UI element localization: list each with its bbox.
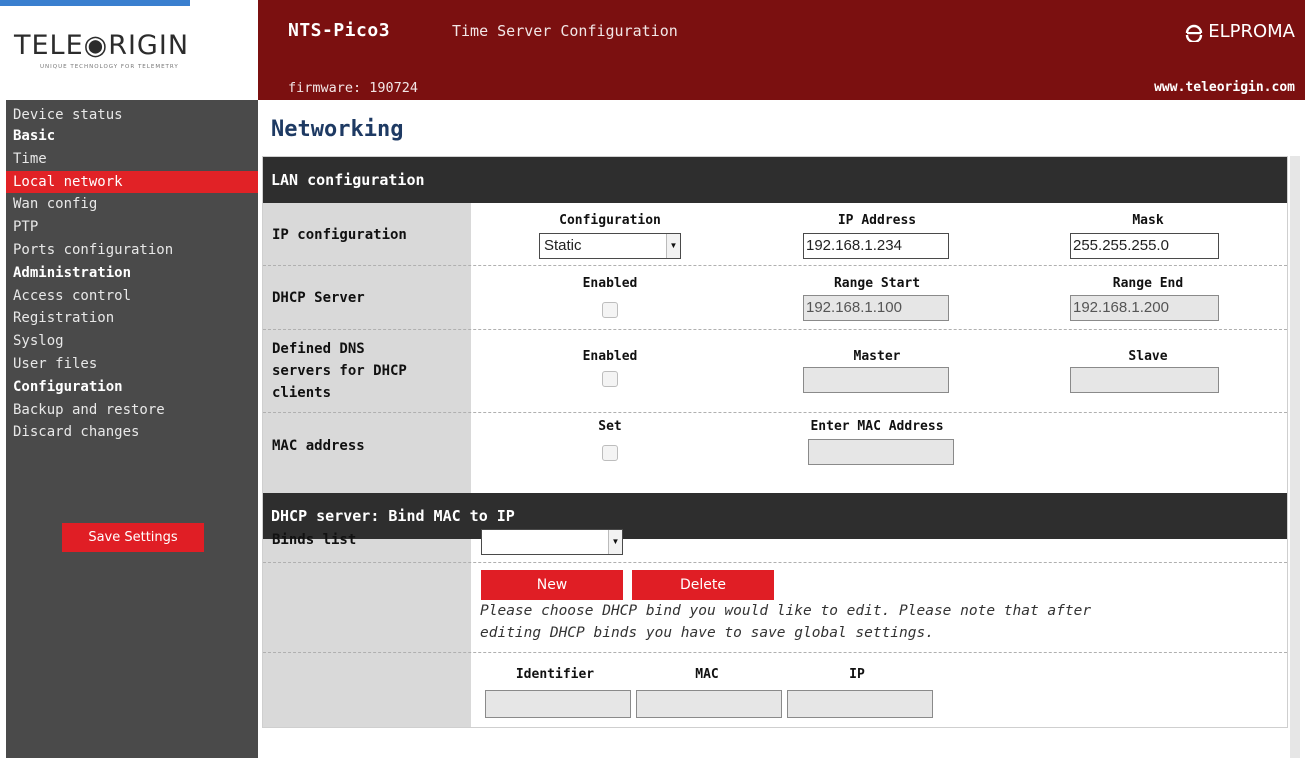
range-start-input[interactable]: 192.168.1.100 <box>803 295 949 321</box>
app-subtitle: Time Server Configuration <box>452 22 678 40</box>
dns-enabled-label: Enabled <box>582 349 638 364</box>
mac-set-label: Set <box>598 419 622 434</box>
logo-tagline: UNIQUE TECHNOLOGY FOR TELEMETRY <box>40 64 179 70</box>
mask-label: Mask <box>1132 213 1164 228</box>
sidebar-item-backup-and-restore[interactable]: Backup and restore <box>6 399 258 422</box>
website-link[interactable]: www.teleorigin.com <box>1154 80 1295 95</box>
binds-list-select[interactable]: ▼ <box>481 529 623 555</box>
product-name: NTS-Pico3 <box>288 20 391 41</box>
dns-label-line1: Defined DNS <box>272 341 365 357</box>
row-divider <box>263 562 1287 563</box>
dns-master-input[interactable] <box>803 367 949 393</box>
binds-help-note-line2: editing DHCP binds you have to save glob… <box>480 625 934 641</box>
row-divider <box>263 652 1287 653</box>
sidebar: Device status Basic Time Local network W… <box>6 100 258 758</box>
dhcp-enabled-label: Enabled <box>582 276 638 291</box>
page-title: Networking <box>271 117 404 142</box>
new-bind-button[interactable]: New <box>481 570 623 600</box>
range-end-label: Range End <box>1112 276 1184 291</box>
range-start-label: Range Start <box>833 276 921 291</box>
ip-configuration-label: IP configuration <box>272 227 407 243</box>
sidebar-item-access-control[interactable]: Access control <box>6 285 258 308</box>
bind-mac-label: MAC <box>695 667 719 682</box>
configuration-label: Configuration <box>559 213 661 228</box>
dhcp-bind-section-header: DHCP server: Bind MAC to IP <box>263 493 1287 539</box>
page-scrollbar[interactable] <box>1290 156 1300 758</box>
dns-slave-input[interactable] <box>1070 367 1219 393</box>
binds-label-column <box>263 539 471 727</box>
sidebar-item-syslog[interactable]: Syslog <box>6 330 258 353</box>
binds-help-note-line1: Please choose DHCP bind you would like t… <box>480 603 1092 619</box>
mask-input[interactable]: 255.255.255.0 <box>1070 233 1219 259</box>
dns-label-line3: clients <box>272 385 332 401</box>
lan-section-header: LAN configuration <box>263 157 1287 203</box>
configuration-select[interactable]: Static ▼ <box>539 233 681 259</box>
sidebar-section-configuration: Configuration <box>13 378 123 395</box>
sidebar-item-time[interactable]: Time <box>6 148 258 171</box>
ip-address-input[interactable]: 192.168.1.234 <box>803 233 949 259</box>
dns-slave-label: Slave <box>1128 349 1168 364</box>
chevron-down-icon: ▼ <box>666 234 680 258</box>
row-divider <box>263 265 1287 266</box>
bind-ip-input[interactable] <box>787 690 933 718</box>
bind-identifier-input[interactable] <box>485 690 631 718</box>
save-settings-button[interactable]: Save Settings <box>62 523 204 552</box>
delete-bind-button[interactable]: Delete <box>632 570 774 600</box>
mac-address-input[interactable] <box>808 439 954 465</box>
chevron-down-icon: ▼ <box>608 530 622 554</box>
sidebar-item-ptp[interactable]: PTP <box>6 216 258 239</box>
sidebar-item-registration[interactable]: Registration <box>6 307 258 330</box>
dns-master-label: Master <box>853 349 901 364</box>
networking-panel: LAN configuration IP configuration Confi… <box>262 156 1288 728</box>
app-header: NTS-Pico3 Time Server Configuration ELPR… <box>258 0 1305 100</box>
binds-help-note: Please choose DHCP bind you would like t… <box>480 600 1270 644</box>
firmware-version: firmware: 190724 <box>288 80 419 96</box>
mac-address-label: MAC address <box>272 438 365 454</box>
logo: TELE◉RIGIN UNIQUE TECHNOLOGY FOR TELEMET… <box>0 0 258 100</box>
brand-name: ELPROMA <box>1208 20 1295 42</box>
bind-ip-label: IP <box>849 667 865 682</box>
sidebar-item-discard-changes[interactable]: Discard changes <box>6 421 258 444</box>
ip-address-label: IP Address <box>837 213 917 228</box>
logo-wordmark: TELE◉RIGIN <box>14 30 190 61</box>
sidebar-section-basic: Basic <box>13 128 56 144</box>
elproma-logo: ELPROMA <box>1183 20 1295 42</box>
row-divider <box>263 412 1287 413</box>
sidebar-item-wan-config[interactable]: Wan config <box>6 193 258 216</box>
elproma-logo-icon <box>1186 24 1203 42</box>
configuration-select-value: Static <box>544 237 582 254</box>
sidebar-item-user-files[interactable]: User files <box>6 353 258 376</box>
dhcp-enabled-checkbox[interactable] <box>602 302 618 318</box>
bind-mac-input[interactable] <box>636 690 782 718</box>
sidebar-item-local-network[interactable]: Local network <box>6 170 258 194</box>
row-divider <box>263 329 1287 330</box>
mac-set-checkbox[interactable] <box>602 445 618 461</box>
header-accent-bar <box>0 0 190 6</box>
sidebar-item-device-status[interactable]: Device status <box>6 100 258 125</box>
sidebar-section-administration: Administration <box>13 264 132 281</box>
range-end-input[interactable]: 192.168.1.200 <box>1070 295 1219 321</box>
dns-label-line2: servers for DHCP <box>272 363 407 379</box>
bind-identifier-label: Identifier <box>515 667 595 682</box>
sidebar-item-ports-configuration[interactable]: Ports configuration <box>6 239 258 262</box>
enter-mac-label: Enter MAC Address <box>810 419 944 434</box>
dns-enabled-checkbox[interactable] <box>602 371 618 387</box>
binds-list-label: Binds list <box>272 532 357 548</box>
dhcp-server-label: DHCP Server <box>272 290 365 306</box>
